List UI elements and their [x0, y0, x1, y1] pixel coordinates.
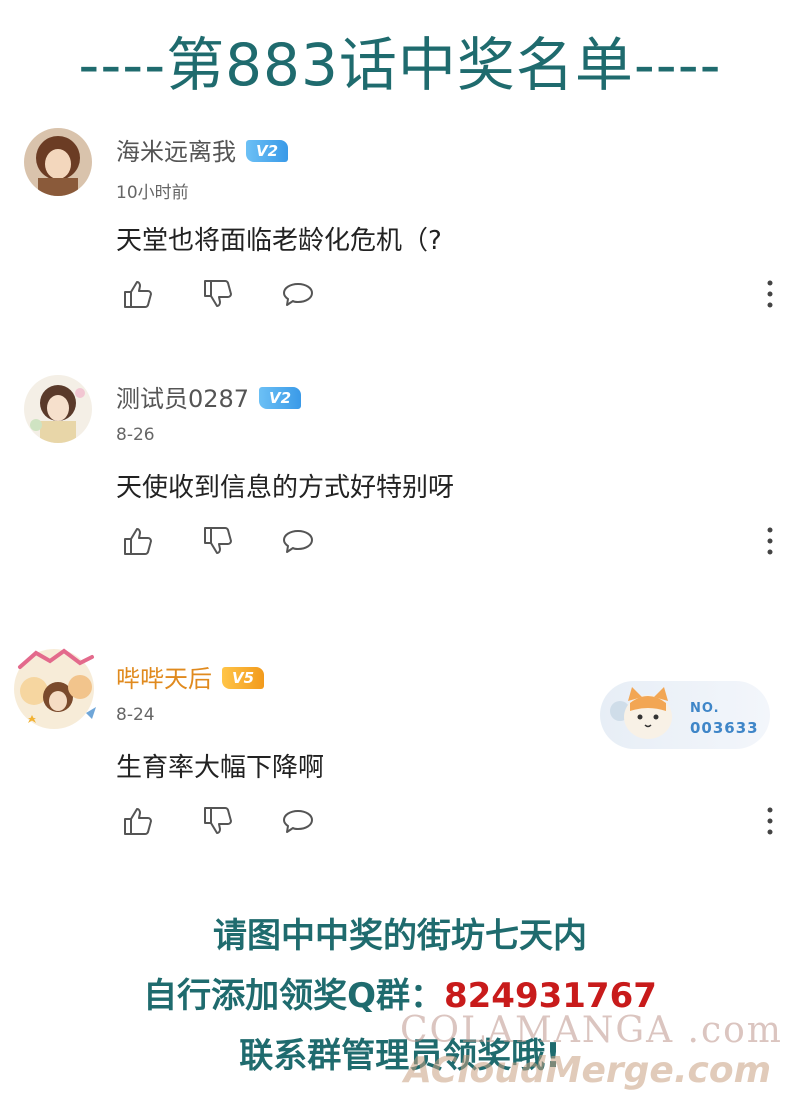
- fan-card-label: NO.: [690, 701, 720, 716]
- username[interactable]: 测试员0287 V2: [116, 379, 302, 414]
- level-badge: V5: [222, 667, 264, 689]
- username-text: 哔哔天后: [116, 665, 212, 693]
- username[interactable]: 哔哔天后 V5: [116, 659, 264, 694]
- fan-card[interactable]: NO. 003633: [600, 681, 770, 749]
- avatar[interactable]: [6, 643, 102, 733]
- comment-text: 生育率大幅下降啊: [116, 753, 325, 783]
- avatar[interactable]: [24, 375, 92, 443]
- vertical-dots-icon[interactable]: [758, 278, 782, 310]
- avatar[interactable]: [24, 128, 92, 196]
- speech-bubble-icon[interactable]: [280, 276, 320, 312]
- comment-item: 测试员0287 V2 8-26 天使收到信息的方式好特别呀: [0, 375, 800, 605]
- comment-item: 海米远离我 V2 10小时前 天堂也将面临老龄化危机（?: [0, 128, 800, 358]
- thumbs-up-icon[interactable]: [120, 803, 160, 839]
- watermark-line-1: COLAMANGA .com: [400, 1010, 783, 1051]
- thumbs-up-icon[interactable]: [120, 276, 160, 312]
- level-badge: V2: [246, 140, 288, 162]
- watermark-line-2: ACloudMerge.com: [404, 1050, 772, 1091]
- thumbs-up-icon[interactable]: [120, 523, 160, 559]
- comment-actions: [116, 523, 316, 559]
- comment-text: 天堂也将面临老龄化危机（?: [116, 226, 442, 256]
- comment-time: 10小时前: [116, 183, 189, 203]
- comment-time: 8-26: [116, 425, 155, 445]
- comment-actions: [116, 276, 316, 312]
- footer-line-2-prefix: 自行添加领奖Q群：: [143, 976, 444, 1016]
- speech-bubble-icon[interactable]: [280, 523, 320, 559]
- thumbs-down-icon[interactable]: [200, 803, 240, 839]
- thumbs-down-icon[interactable]: [200, 523, 240, 559]
- fan-card-number: 003633: [690, 719, 759, 737]
- page-title: ----第883话中奖名单----: [78, 31, 722, 99]
- speech-bubble-icon[interactable]: [280, 803, 320, 839]
- thumbs-down-icon[interactable]: [200, 276, 240, 312]
- comment-text: 天使收到信息的方式好特别呀: [116, 473, 455, 503]
- comment-item: 哔哔天后 V5 NO. 003633 8-24 生育率大幅下降啊: [0, 648, 800, 885]
- comment-time: 8-24: [116, 705, 155, 725]
- level-badge: V2: [259, 387, 302, 409]
- username-text: 测试员0287: [116, 385, 250, 413]
- footer-line-1: 请图中中奖的街坊七天内: [213, 916, 587, 956]
- username[interactable]: 海米远离我 V2: [116, 132, 288, 167]
- vertical-dots-icon[interactable]: [758, 525, 782, 557]
- username-text: 海米远离我: [116, 138, 236, 166]
- comment-actions: [116, 803, 316, 839]
- vertical-dots-icon[interactable]: [758, 805, 782, 837]
